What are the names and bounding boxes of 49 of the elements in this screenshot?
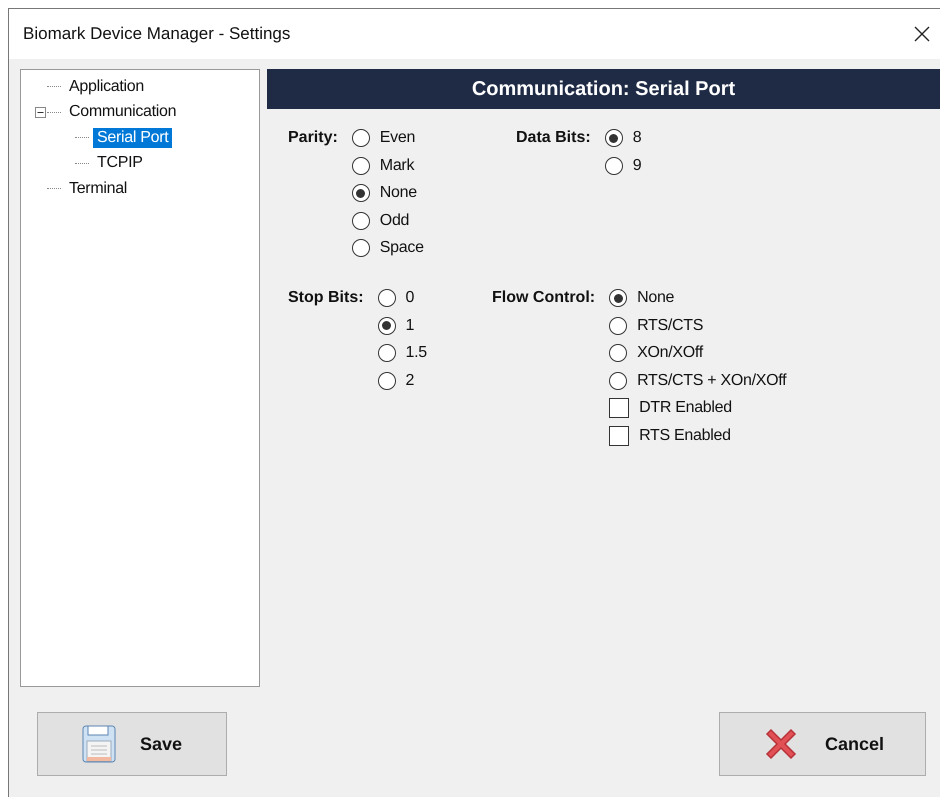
option-label: 9: [632, 156, 642, 174]
group-label: Data Bits:: [516, 128, 591, 148]
radio-button[interactable]: [609, 372, 628, 390]
radio-button[interactable]: [609, 344, 628, 362]
radio-button[interactable]: [609, 289, 628, 307]
option-label: XOn/XOff: [637, 344, 703, 362]
group-label: Flow Control:: [492, 288, 596, 308]
option-label: None: [380, 184, 417, 202]
radio-button[interactable]: [609, 316, 628, 334]
option-label: Mark: [380, 156, 414, 174]
group-label: Stop Bits:: [288, 288, 364, 308]
panel-header: Communication: Serial Port: [267, 69, 940, 109]
radio-button[interactable]: [378, 289, 396, 307]
option-label: Even: [380, 129, 416, 147]
option-label: DTR Enabled: [639, 399, 732, 417]
tree-item[interactable]: Application: [65, 76, 148, 97]
radio-button[interactable]: [604, 156, 623, 174]
group-label: Parity:: [288, 128, 338, 148]
radio-button[interactable]: [352, 184, 370, 202]
radio-button[interactable]: [352, 212, 370, 230]
option-label: None: [637, 289, 674, 307]
radio-button[interactable]: [378, 316, 396, 334]
option-label: RTS/CTS + XOn/XOff: [637, 372, 786, 390]
radio-button[interactable]: [352, 239, 370, 257]
tree-item[interactable]: Communication: [65, 102, 180, 122]
option-label: 1: [406, 316, 414, 334]
checkbox[interactable]: [609, 426, 630, 446]
radio-button[interactable]: [352, 156, 370, 174]
tree-item[interactable]: Serial Port: [93, 128, 172, 148]
radio-button[interactable]: [378, 344, 396, 362]
collapse-icon[interactable]: [35, 106, 46, 118]
tree-item[interactable]: Terminal: [65, 178, 132, 199]
option-label: RTS/CTS: [637, 316, 704, 334]
cancel-button[interactable]: Cancel: [719, 712, 926, 776]
option-label: 0: [406, 289, 414, 307]
radio-button[interactable]: [352, 129, 370, 147]
option-label: Odd: [380, 212, 410, 230]
radio-button[interactable]: [604, 129, 623, 147]
save-button[interactable]: Save: [37, 712, 227, 776]
option-label: 8: [632, 129, 642, 147]
option-label: RTS Enabled: [639, 426, 731, 444]
close-icon[interactable]: [914, 26, 930, 42]
option-label: Space: [380, 239, 424, 257]
option-label: 2: [406, 372, 414, 390]
radio-button[interactable]: [378, 372, 396, 390]
option-label: 1.5: [406, 344, 427, 362]
window-title: Biomark Device Manager - Settings: [23, 24, 290, 44]
checkbox[interactable]: [609, 398, 630, 418]
tree-item[interactable]: TCPIP: [93, 153, 147, 174]
